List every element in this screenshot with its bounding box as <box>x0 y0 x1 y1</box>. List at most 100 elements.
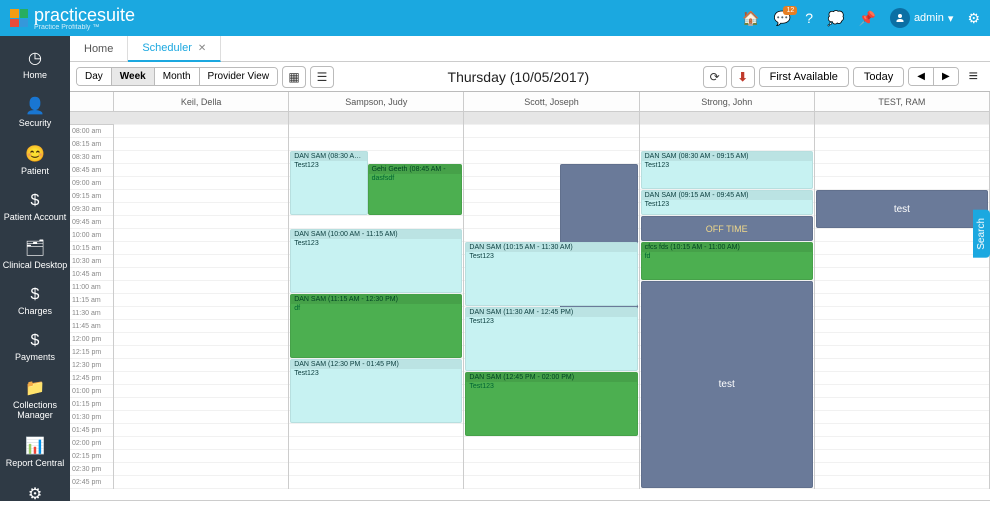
time-label: 10:15 am <box>70 242 113 255</box>
time-label: 12:00 pm <box>70 333 113 346</box>
brand-logo-icon <box>10 9 28 27</box>
nav-item-patient[interactable]: 😊Patient <box>0 136 70 184</box>
nav-item-clinical-desktop[interactable]: 🗂Clinical Desktop <box>0 230 70 278</box>
prev-button[interactable]: ◀ <box>909 68 934 85</box>
help-icon[interactable]: ? <box>805 10 813 26</box>
nav-icon: 📁 <box>2 378 68 398</box>
next-button[interactable]: ▶ <box>934 68 958 85</box>
top-icons: 🏠 💬12 ? 💭 📌 admin ▾ ⚙ <box>742 8 980 28</box>
calendar-event[interactable]: DAN SAM (08:30 AM - 09:15 AM)Test123 <box>641 151 813 189</box>
time-label: 08:15 am <box>70 138 113 151</box>
calendar-event[interactable]: test <box>816 190 988 228</box>
nav-item-payments[interactable]: $Payments <box>0 324 70 370</box>
grid-view-icon[interactable]: ▦ <box>282 66 306 88</box>
calendar-event[interactable]: OFF TIME <box>641 216 813 241</box>
provider-header[interactable]: TEST, RAM <box>815 92 990 111</box>
time-label: 09:15 am <box>70 190 113 203</box>
nav-item-report-central[interactable]: 📊Report Central <box>0 428 70 476</box>
provider-header[interactable]: Sampson, Judy <box>289 92 464 111</box>
nav-icon: $ <box>2 286 68 304</box>
time-label: 11:15 am <box>70 294 113 307</box>
calendar-event[interactable]: Gehi Geeth (08:45 AM -dasfsdf <box>368 164 463 215</box>
view-provider[interactable]: Provider View <box>200 68 278 85</box>
first-available-button[interactable]: First Available <box>759 67 849 87</box>
time-label: 10:00 am <box>70 229 113 242</box>
view-segment: Day Week Month Provider View <box>76 67 278 86</box>
calendar-column[interactable] <box>114 112 289 489</box>
calendar-column[interactable]: DAN SAM (08:30 AM - 09:15 AM)Test123DAN … <box>640 112 815 489</box>
time-label: 01:15 pm <box>70 398 113 411</box>
notif-badge: 12 <box>783 6 797 15</box>
tab-scheduler[interactable]: Scheduler✕ <box>128 36 221 62</box>
provider-header-row: Keil, DellaSampson, JudyScott, JosephStr… <box>70 92 990 112</box>
calendar-event[interactable]: cfcs fds (10:15 AM - 11:00 AM)fd <box>641 242 813 280</box>
nav-icon: ◷ <box>2 48 68 68</box>
calendar-event[interactable]: DAN SAM (10:00 AM - 11:15 AM)Test123 <box>290 229 462 293</box>
calendar-event[interactable]: DAN SAM (08:30 AM -Test123 <box>290 151 367 215</box>
time-label: 10:45 am <box>70 268 113 281</box>
provider-header[interactable]: Strong, John <box>640 92 815 111</box>
pin-icon[interactable]: 📌 <box>859 10 876 27</box>
nav-item-setup[interactable]: ⚙Setup <box>0 476 70 524</box>
calendar-event[interactable]: DAN SAM (11:15 AM - 12:30 PM)df <box>290 294 462 358</box>
home-icon[interactable]: 🏠 <box>742 10 759 27</box>
nav-item-collections-manager[interactable]: 📁Collections Manager <box>0 370 70 428</box>
left-nav: ◷Home👤Security😊Patient$Patient Account🗂C… <box>0 36 70 501</box>
calendar-event[interactable]: DAN SAM (11:30 AM - 12:45 PM)Test123 <box>465 307 637 371</box>
chat-icon[interactable]: 💭 <box>827 10 844 27</box>
calendar-event[interactable]: DAN SAM (09:15 AM - 09:45 AM)Test123 <box>641 190 813 215</box>
time-label: 08:30 am <box>70 151 113 164</box>
user-menu[interactable]: admin ▾ <box>890 8 954 28</box>
main: HomeScheduler✕ Day Week Month Provider V… <box>70 36 990 501</box>
time-label: 12:45 pm <box>70 372 113 385</box>
nav-segment: ◀ ▶ <box>908 67 958 86</box>
nav-icon: ⚙ <box>2 484 68 504</box>
nav-icon: 🗂 <box>2 238 68 258</box>
nav-item-home[interactable]: ◷Home <box>0 40 70 88</box>
time-label: 02:15 pm <box>70 450 113 463</box>
nav-icon: 😊 <box>2 144 68 164</box>
chevron-down-icon: ▾ <box>948 12 954 25</box>
calendar-column[interactable]: DAN SAM (10:15 AM - 11:30 AM)Test123DAN … <box>464 112 639 489</box>
calendar-column[interactable]: test <box>815 112 990 489</box>
time-label: 02:45 pm <box>70 476 113 489</box>
time-label: 10:30 am <box>70 255 113 268</box>
pdf-icon[interactable]: ⬇ <box>731 66 755 88</box>
nav-item-patient-account[interactable]: $Patient Account <box>0 184 70 230</box>
nav-item-security[interactable]: 👤Security <box>0 88 70 136</box>
calendar-event[interactable]: DAN SAM (12:45 PM - 02:00 PM)Test123 <box>465 372 637 436</box>
calendar-title: Thursday (10/05/2017) <box>338 69 699 85</box>
time-label: 11:45 am <box>70 320 113 333</box>
time-label: 09:00 am <box>70 177 113 190</box>
provider-header[interactable]: Scott, Joseph <box>464 92 639 111</box>
nav-icon: $ <box>2 192 68 210</box>
time-label: 01:30 pm <box>70 411 113 424</box>
time-label: 09:45 am <box>70 216 113 229</box>
calendar-body[interactable]: 08:00 am08:15 am08:30 am08:45 am09:00 am… <box>70 112 990 500</box>
avatar-icon <box>890 8 910 28</box>
topbar: practicesuite Practice Profitably ™ 🏠 💬1… <box>0 0 990 36</box>
brand-name: practicesuite <box>34 5 135 25</box>
time-gutter: 08:00 am08:15 am08:30 am08:45 am09:00 am… <box>70 112 114 489</box>
view-week[interactable]: Week <box>112 68 155 85</box>
tabs: HomeScheduler✕ <box>70 36 990 62</box>
today-button[interactable]: Today <box>853 67 904 87</box>
time-label: 08:00 am <box>70 125 113 138</box>
close-icon[interactable]: ✕ <box>198 43 206 54</box>
refresh-icon[interactable]: ⟳ <box>703 66 727 88</box>
search-tab[interactable]: Search <box>973 210 990 258</box>
provider-header[interactable]: Keil, Della <box>114 92 289 111</box>
tab-home[interactable]: Home <box>70 36 128 61</box>
calendar-event[interactable]: DAN SAM (12:30 PM - 01:45 PM)Test123 <box>290 359 462 423</box>
view-month[interactable]: Month <box>155 68 200 85</box>
view-day[interactable]: Day <box>77 68 112 85</box>
list-view-icon[interactable]: ☰ <box>310 66 334 88</box>
nav-item-charges[interactable]: $Charges <box>0 278 70 324</box>
calendar-column[interactable]: DAN SAM (08:30 AM -Test123Gehi Geeth (08… <box>289 112 464 489</box>
calendar-event[interactable]: test <box>641 281 813 488</box>
menu-icon[interactable]: ≡ <box>963 68 984 86</box>
calendar-event[interactable]: DAN SAM (10:15 AM - 11:30 AM)Test123 <box>465 242 637 306</box>
messages-icon[interactable]: 💬12 <box>774 10 791 27</box>
toolbar: Day Week Month Provider View ▦ ☰ Thursda… <box>70 62 990 92</box>
settings-icon[interactable]: ⚙ <box>967 10 980 27</box>
